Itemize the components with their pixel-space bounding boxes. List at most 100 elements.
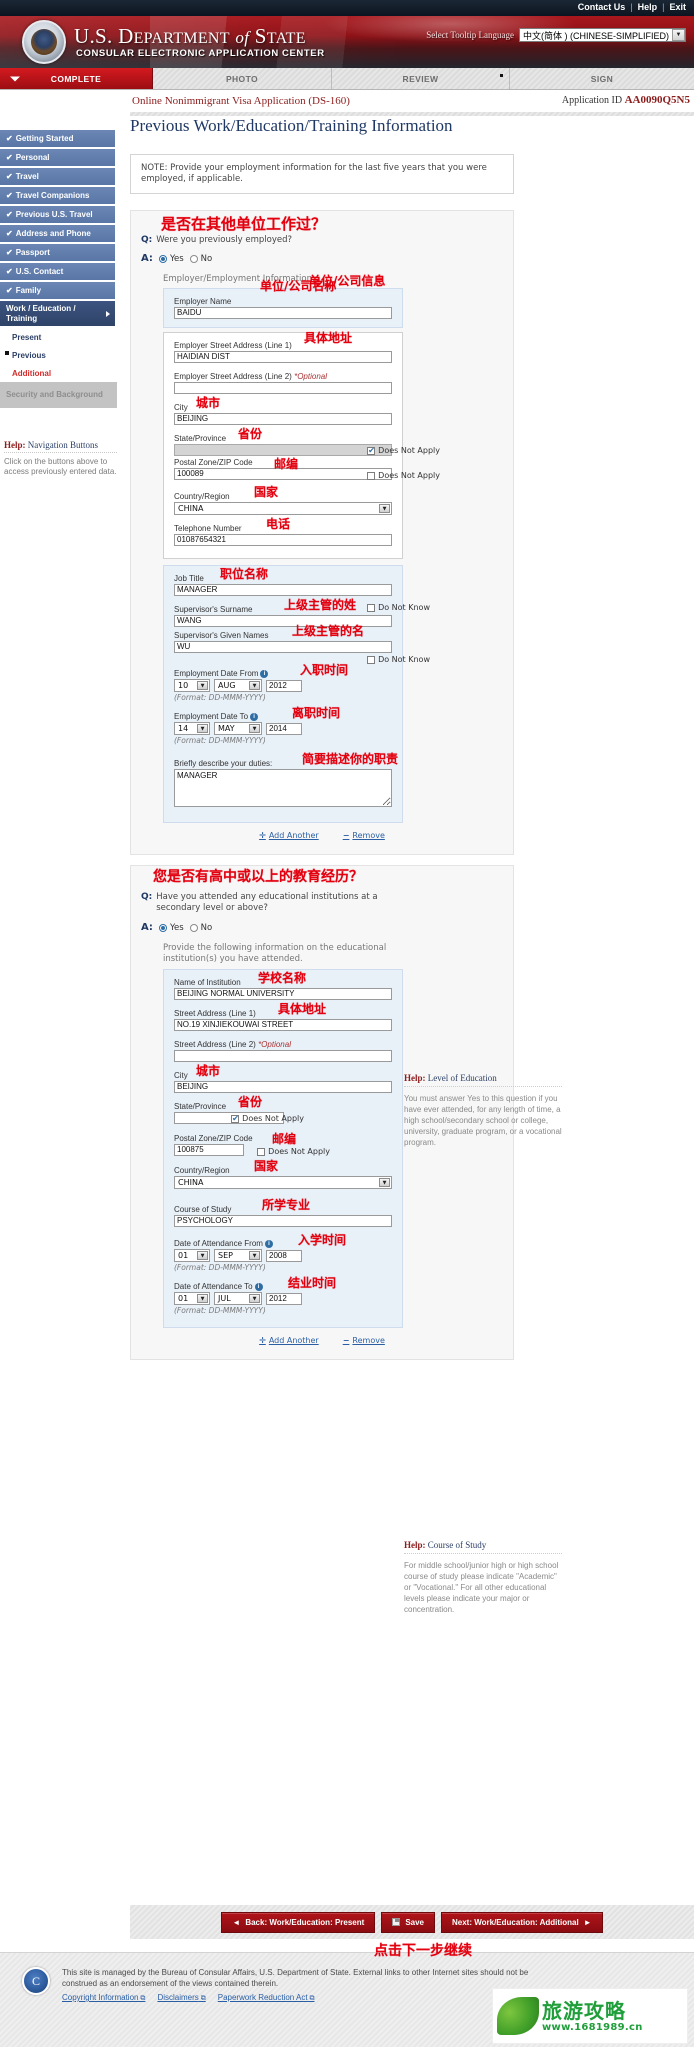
chevron-right-icon — [106, 310, 110, 317]
education-remove-link[interactable]: − Remove — [343, 1336, 385, 1345]
radio-yes-icon[interactable] — [158, 923, 167, 932]
sidebar-item-travel-companions[interactable]: ✔ Travel Companions — [0, 187, 117, 204]
education-postal-dna-row[interactable]: Does Not Apply — [257, 1147, 330, 1156]
checkbox-icon[interactable] — [367, 603, 376, 612]
education-addr2-input[interactable] — [174, 1050, 392, 1062]
employer-country-select[interactable]: CHINA ▼ — [174, 502, 392, 515]
education-no-option[interactable]: No — [189, 923, 212, 933]
radio-yes-icon[interactable] — [158, 254, 167, 263]
sidebar-subitem-present[interactable]: Present — [0, 328, 117, 346]
sidebar-item-address-and-phone[interactable]: ✔ Address and Phone — [0, 225, 117, 242]
chevron-down-icon[interactable]: ▼ — [249, 681, 260, 690]
employer-name-input[interactable] — [174, 307, 392, 319]
education-add-another-link[interactable]: ✛ Add Another — [259, 1336, 319, 1345]
chevron-down-icon[interactable]: ▼ — [249, 724, 260, 733]
save-button[interactable]: Save — [381, 1911, 435, 1933]
work-no-option[interactable]: No — [189, 254, 212, 264]
chevron-down-icon[interactable]: ▼ — [379, 1178, 390, 1187]
sidebar-item-work-education-training[interactable]: Work / Education / Training — [0, 301, 117, 326]
disclaimers-link[interactable]: Disclaimers ⧉ — [157, 1992, 205, 2004]
attendance-from-day-select[interactable]: 01 ▼ — [174, 1249, 210, 1262]
work-yes-option[interactable]: Yes — [158, 254, 184, 264]
tab-review[interactable]: REVIEW — [332, 68, 510, 89]
employment-to-year-input[interactable] — [266, 722, 302, 735]
checkbox-icon[interactable] — [257, 1147, 266, 1156]
job-title-input[interactable] — [174, 584, 392, 596]
exit-link[interactable]: Exit — [669, 2, 686, 12]
employer-phone-input[interactable] — [174, 534, 392, 546]
checkbox-icon[interactable] — [367, 446, 376, 455]
checkbox-icon[interactable] — [367, 655, 376, 664]
radio-no-icon[interactable] — [189, 254, 198, 263]
work-remove-link[interactable]: − Remove — [343, 831, 385, 840]
sidebar-item-previous-us-travel[interactable]: ✔ Previous U.S. Travel — [0, 206, 117, 223]
course-of-study-input[interactable] — [174, 1215, 392, 1227]
check-icon: ✔ — [6, 191, 13, 200]
help-link[interactable]: Help — [638, 2, 658, 12]
chevron-down-icon[interactable]: ▼ — [672, 29, 685, 41]
sidebar-item-family[interactable]: ✔ Family — [0, 282, 117, 299]
checkbox-icon[interactable] — [367, 471, 376, 480]
tab-photo[interactable]: PHOTO — [153, 68, 332, 89]
tab-sign[interactable]: SIGN — [510, 68, 694, 89]
chevron-down-icon[interactable]: ▼ — [379, 504, 390, 513]
employment-from-day-select[interactable]: 10 ▼ — [174, 679, 210, 692]
paperwork-reduction-act-link[interactable]: Paperwork Reduction Act ⧉ — [218, 1992, 315, 2004]
info-icon[interactable]: i — [260, 669, 269, 678]
next-button[interactable]: Next: Work/Education: Additional ► — [441, 1911, 603, 1933]
attendance-from-month-select[interactable]: SEP ▼ — [214, 1249, 262, 1262]
employment-from-month-select[interactable]: AUG ▼ — [214, 679, 262, 692]
employer-addr1-input[interactable] — [174, 351, 392, 363]
supervisor-given-input[interactable] — [174, 641, 392, 653]
chevron-down-icon[interactable]: ▼ — [197, 724, 208, 733]
sidebar-item-personal[interactable]: ✔ Personal — [0, 149, 117, 166]
tooltip-language-control[interactable]: Select Tooltip Language 中文(简体 ) (CHINESE… — [426, 28, 686, 42]
employer-city-input[interactable] — [174, 413, 392, 425]
sidebar-subitem-additional[interactable]: Additional — [0, 364, 117, 382]
tab-complete[interactable]: COMPLETE — [0, 68, 153, 89]
tooltip-language-select[interactable]: 中文(简体 ) (CHINESE-SIMPLIFIED) ▼ — [518, 28, 686, 42]
employer-addr2-input[interactable] — [174, 382, 392, 394]
employment-from-year-input[interactable] — [266, 679, 302, 692]
chevron-down-icon[interactable]: ▼ — [197, 681, 208, 690]
annotation-supervisor-given: 上级主管的名 — [292, 624, 365, 638]
contact-us-link[interactable]: Contact Us — [578, 2, 626, 12]
employment-to-month-select[interactable]: MAY ▼ — [214, 722, 262, 735]
attendance-to-month-select[interactable]: JUL ▼ — [214, 1292, 262, 1305]
supervisor-surname-dnk-row[interactable]: Do Not Know — [367, 603, 430, 612]
checkbox-icon[interactable] — [231, 1114, 240, 1123]
sidebar-item-getting-started[interactable]: ✔ Getting Started — [0, 130, 117, 147]
sidebar-item-us-contact[interactable]: ✔ U.S. Contact — [0, 263, 117, 280]
education-yes-option[interactable]: Yes — [158, 923, 184, 933]
attendance-from-year-input[interactable] — [266, 1249, 302, 1262]
radio-no-icon[interactable] — [189, 923, 198, 932]
info-icon[interactable]: i — [250, 712, 259, 721]
work-add-another-link[interactable]: ✛ Add Another — [259, 831, 319, 840]
attendance-to-year-input[interactable] — [266, 1292, 302, 1305]
chevron-down-icon[interactable]: ▼ — [249, 1251, 260, 1260]
chevron-down-icon[interactable]: ▼ — [197, 1251, 208, 1260]
education-city-input[interactable] — [174, 1081, 392, 1093]
education-state-dna-row[interactable]: Does Not Apply — [231, 1114, 304, 1123]
institution-input[interactable] — [174, 988, 392, 1000]
employer-postal-dna-checkbox-row[interactable]: Does Not Apply — [367, 471, 440, 480]
sidebar-subitem-previous[interactable]: Previous — [0, 346, 117, 364]
education-addr1-input[interactable] — [174, 1019, 392, 1031]
employer-state-dna-checkbox-row[interactable]: Does Not Apply — [367, 446, 440, 455]
info-icon[interactable]: i — [264, 1239, 273, 1248]
annotation-school-name: 学校名称 — [258, 971, 307, 985]
info-icon[interactable]: i — [254, 1282, 263, 1291]
sidebar-item-passport[interactable]: ✔ Passport — [0, 244, 117, 261]
duties-textarea[interactable]: MANAGER — [174, 769, 392, 807]
back-button[interactable]: ◄ Back: Work/Education: Present — [221, 1911, 376, 1933]
chevron-down-icon[interactable]: ▼ — [249, 1294, 260, 1303]
employment-to-day-select[interactable]: 14 ▼ — [174, 722, 210, 735]
supervisor-given-dnk-row[interactable]: Do Not Know — [367, 655, 430, 664]
sidebar-item-travel[interactable]: ✔ Travel — [0, 168, 117, 185]
education-country-select[interactable]: CHINA ▼ — [174, 1176, 392, 1189]
tab-review-label: REVIEW — [402, 73, 439, 84]
attendance-to-day-select[interactable]: 01 ▼ — [174, 1292, 210, 1305]
chevron-down-icon[interactable]: ▼ — [197, 1294, 208, 1303]
copyright-information-link[interactable]: Copyright Information ⧉ — [62, 1992, 145, 2004]
education-postal-input[interactable] — [174, 1144, 244, 1156]
